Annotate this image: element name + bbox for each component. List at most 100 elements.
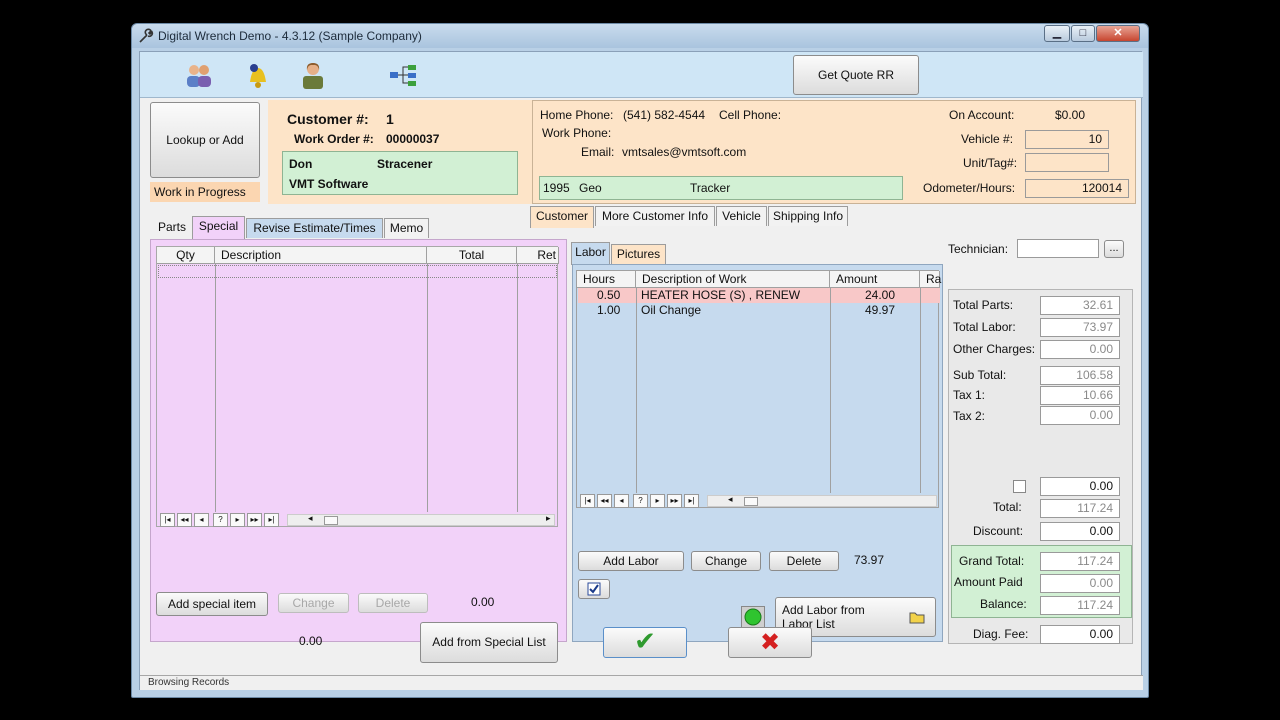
horizontal-scrollbar[interactable]: ◂ ▸	[287, 513, 555, 526]
delete-special-button[interactable]: Delete	[358, 593, 428, 613]
customer-name-box[interactable]: Don Stracener VMT Software	[282, 151, 518, 195]
next-page-button[interactable]: ▸▸	[667, 494, 682, 508]
prev-page-button[interactable]: ◂◂	[597, 494, 612, 508]
horizontal-scrollbar[interactable]: ◂	[707, 494, 937, 507]
tab-memo[interactable]: Memo	[384, 218, 429, 238]
row-amount: 49.97	[865, 303, 896, 317]
change-special-button[interactable]: Change	[278, 593, 349, 613]
tab-vehicle[interactable]: Vehicle	[716, 206, 767, 226]
column-header-description[interactable]: Description of Work	[636, 271, 830, 288]
tab-parts[interactable]: Parts	[153, 218, 191, 238]
totals-panel: Total Parts: 32.61 Total Labor: 73.97 Ot…	[948, 289, 1133, 644]
add-labor-button[interactable]: Add Labor	[578, 551, 684, 571]
checkbox-icon	[587, 582, 601, 596]
column-header-description[interactable]: Description	[215, 247, 427, 264]
status-light-button[interactable]	[741, 606, 765, 628]
next-record-button[interactable]: ▸	[650, 494, 665, 508]
vehicle-number-label: Vehicle #:	[961, 132, 1014, 146]
column-header-hours[interactable]: Hours	[577, 271, 636, 288]
grand-total-box: Grand Total: 117.24 Amount Paid 0.00 Bal…	[951, 545, 1132, 618]
scroll-left-icon[interactable]: ◂	[308, 513, 313, 524]
lookup-or-add-button[interactable]: Lookup or Add	[150, 102, 260, 178]
vehicle-summary-box[interactable]: 1995 Geo Tracker	[539, 176, 903, 200]
table-row[interactable]: 1.00 Oil Change 49.97	[577, 303, 940, 318]
work-order-label: Work Order #:	[294, 132, 374, 146]
help-button[interactable]: ?	[633, 494, 648, 508]
help-button[interactable]: ?	[213, 513, 228, 527]
green-light-icon	[744, 608, 762, 626]
column-header-ret[interactable]: Ret	[517, 247, 559, 264]
odometer-field[interactable]: 120014	[1025, 179, 1129, 198]
unit-tag-field[interactable]	[1025, 153, 1109, 172]
customers-icon[interactable]	[182, 60, 216, 90]
column-header-amount[interactable]: Amount	[830, 271, 920, 288]
table-row[interactable]: 0.50 HEATER HOSE (S) , RENEW 24.00	[577, 288, 940, 303]
diag-fee-field[interactable]: 0.00	[1040, 625, 1120, 644]
grand-total-field: 117.24	[1040, 552, 1120, 571]
technician-field[interactable]	[1017, 239, 1099, 258]
tab-shipping-info[interactable]: Shipping Info	[768, 206, 848, 226]
scroll-thumb[interactable]	[324, 516, 338, 525]
last-record-button[interactable]: ▸|	[684, 494, 699, 508]
grid-divider	[427, 264, 428, 512]
misc-field[interactable]: 0.00	[1040, 477, 1120, 496]
first-record-button[interactable]: |◂	[580, 494, 595, 508]
technician-icon[interactable]	[296, 60, 330, 90]
add-special-item-button[interactable]: Add special item	[156, 592, 268, 616]
grand-total-label: Grand Total:	[959, 554, 1025, 568]
tab-revise-estimate[interactable]: Revise Estimate/Times	[246, 218, 383, 238]
discount-field[interactable]: 0.00	[1040, 522, 1120, 541]
title-bar[interactable]: Digital Wrench Demo - 4.3.12 (Sample Com…	[132, 24, 1148, 48]
first-record-button[interactable]: |◂	[160, 513, 175, 527]
vehicle-number-field[interactable]: 10	[1025, 130, 1109, 149]
prev-record-button[interactable]: ◂	[194, 513, 209, 527]
cancel-button[interactable]: ✖	[728, 627, 812, 658]
misc-checkbox[interactable]	[1013, 480, 1026, 493]
tab-customer[interactable]: Customer	[530, 206, 594, 228]
add-from-special-list-button[interactable]: Add from Special List	[420, 622, 558, 663]
tax1-label: Tax 1:	[953, 388, 986, 402]
prev-record-button[interactable]: ◂	[614, 494, 629, 508]
footer-value: 0.00	[299, 634, 323, 648]
email: vmtsales@vmtsoft.com	[622, 145, 747, 159]
home-phone: (541) 582-4544	[623, 108, 706, 122]
change-labor-button[interactable]: Change	[691, 551, 761, 571]
scroll-left-icon[interactable]: ◂	[728, 494, 733, 505]
other-charges-field[interactable]: 0.00	[1040, 340, 1120, 359]
next-page-button[interactable]: ▸▸	[247, 513, 262, 527]
client-area: Get Quote RR Lookup or Add Work in Progr…	[139, 51, 1143, 690]
alert-bell-icon[interactable]	[240, 60, 274, 90]
ok-button[interactable]: ✔	[603, 627, 687, 658]
column-header-total[interactable]: Total	[427, 247, 517, 264]
x-cancel-icon: ✖	[759, 628, 781, 656]
next-record-button[interactable]: ▸	[230, 513, 245, 527]
record-navigator: |◂ ◂◂ ◂ ? ▸ ▸▸ ▸| ◂ ▸	[157, 512, 557, 528]
scroll-right-icon[interactable]: ▸	[546, 513, 551, 524]
labor-table[interactable]: Hours Description of Work Amount Ra 0.50…	[576, 270, 941, 508]
diag-fee-label: Diag. Fee:	[973, 627, 1029, 641]
window-title: Digital Wrench Demo - 4.3.12 (Sample Com…	[158, 29, 422, 43]
tab-more-customer-info[interactable]: More Customer Info	[595, 206, 715, 226]
empty-row[interactable]	[158, 265, 557, 278]
minimize-button[interactable]: ▁	[1044, 25, 1070, 42]
amount-paid-field: 0.00	[1040, 574, 1120, 593]
tab-pictures[interactable]: Pictures	[611, 244, 666, 264]
special-items-table[interactable]: Qty Description Total Ret |◂ ◂◂ ◂ ? ▸ ▸▸…	[156, 246, 559, 528]
maximize-button[interactable]: □	[1071, 25, 1095, 42]
delete-labor-button[interactable]: Delete	[769, 551, 839, 571]
column-header-qty[interactable]: Qty	[157, 247, 215, 264]
tab-special[interactable]: Special	[192, 216, 245, 239]
close-window-button[interactable]: ✕	[1096, 25, 1140, 42]
checklist-button[interactable]	[578, 579, 610, 599]
column-header-rate[interactable]: Ra	[920, 271, 941, 288]
technician-browse-button[interactable]: ...	[1104, 240, 1124, 258]
customer-number: 1	[386, 111, 394, 127]
get-quote-button[interactable]: Get Quote RR	[793, 55, 919, 95]
prev-page-button[interactable]: ◂◂	[177, 513, 192, 527]
scroll-thumb[interactable]	[744, 497, 758, 506]
last-record-button[interactable]: ▸|	[264, 513, 279, 527]
tab-labor[interactable]: Labor	[571, 242, 610, 265]
row-amount: 24.00	[865, 288, 896, 302]
network-icon[interactable]	[386, 60, 420, 90]
vehicle-year: 1995	[543, 181, 570, 195]
